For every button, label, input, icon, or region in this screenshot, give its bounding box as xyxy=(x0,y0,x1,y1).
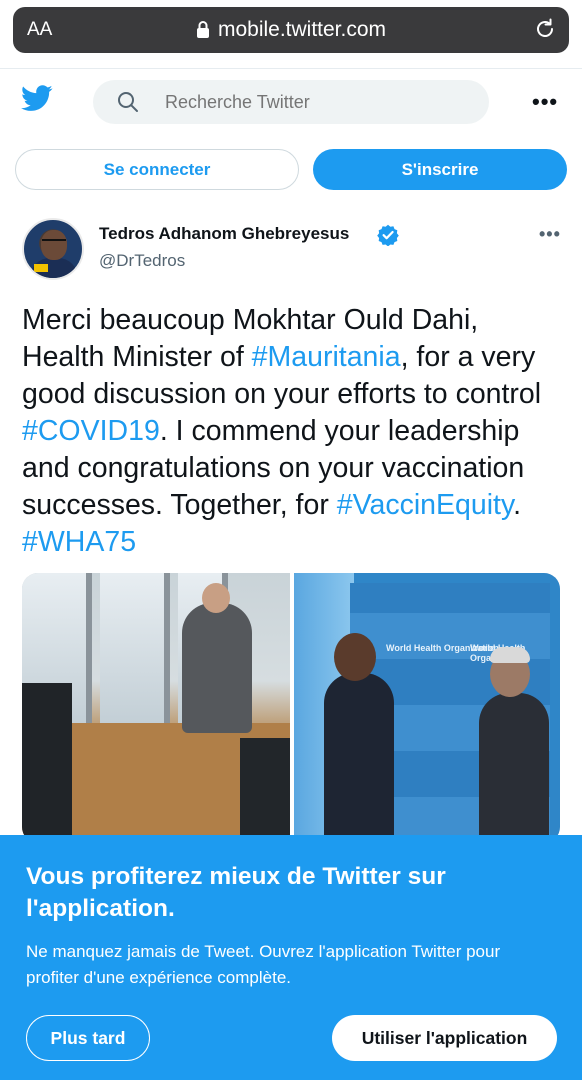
man-right-hair xyxy=(490,647,530,663)
address-bar[interactable]: AA mobile.twitter.com xyxy=(13,7,569,53)
login-button[interactable]: Se connecter xyxy=(15,149,299,190)
tweet-text: Merci beaucoup Mokhtar Ould Dahi, Health… xyxy=(22,302,567,561)
photo-meeting[interactable] xyxy=(22,573,290,843)
verified-badge-icon xyxy=(377,224,399,251)
use-app-button[interactable]: Utiliser l'application xyxy=(332,1015,557,1061)
url-text: mobile.twitter.com xyxy=(217,18,387,41)
later-button[interactable]: Plus tard xyxy=(26,1015,150,1061)
lock-icon xyxy=(196,20,210,44)
man-left-head xyxy=(334,633,376,681)
tweet-more-icon[interactable]: ••• xyxy=(539,224,561,245)
browser-bar: AA mobile.twitter.com xyxy=(0,0,582,64)
avatar-face xyxy=(41,230,67,260)
twitter-bird-icon[interactable] xyxy=(21,85,53,117)
photo-who-backdrop[interactable]: World Health Organization World Health O… xyxy=(294,573,560,843)
hashtag-covid19[interactable]: #COVID19 xyxy=(22,415,160,447)
tweet-media[interactable]: World Health Organization World Health O… xyxy=(22,573,560,843)
twitter-header: ••• xyxy=(0,69,582,135)
search-input[interactable] xyxy=(165,80,465,124)
standing-person-head xyxy=(202,583,230,613)
signup-button[interactable]: S'inscrire xyxy=(313,149,567,190)
man-right xyxy=(479,693,549,843)
seated-person xyxy=(240,738,290,843)
hashtag-vaccinequity[interactable]: #VaccinEquity xyxy=(337,489,513,521)
app-promo-banner: Vous profiterez mieux de Twitter sur l'a… xyxy=(0,835,582,1080)
hashtag-mauritania[interactable]: #Mauritania xyxy=(252,341,401,373)
banner-title: Vous profiterez mieux de Twitter sur l'a… xyxy=(26,863,446,922)
hashtag-wha75[interactable]: #WHA75 xyxy=(22,526,136,558)
tweet-text-part: . xyxy=(513,489,522,521)
man-left xyxy=(324,673,394,843)
reload-icon[interactable] xyxy=(533,17,557,46)
search-bar[interactable] xyxy=(93,80,489,124)
standing-person xyxy=(182,603,252,733)
author-handle[interactable]: @DrTedros xyxy=(99,251,185,271)
author-name[interactable]: Tedros Adhanom Ghebreyesus xyxy=(99,224,349,244)
avatar-glasses xyxy=(42,239,66,244)
search-icon xyxy=(117,91,139,118)
more-icon[interactable]: ••• xyxy=(532,89,558,115)
avatar-badge xyxy=(34,264,48,272)
window-pane xyxy=(100,573,170,723)
banner-description: Ne manquez jamais de Tweet. Ouvrez l'app… xyxy=(26,942,501,987)
avatar[interactable] xyxy=(22,218,84,280)
url-display[interactable]: mobile.twitter.com xyxy=(13,18,569,44)
seated-person xyxy=(22,683,72,843)
